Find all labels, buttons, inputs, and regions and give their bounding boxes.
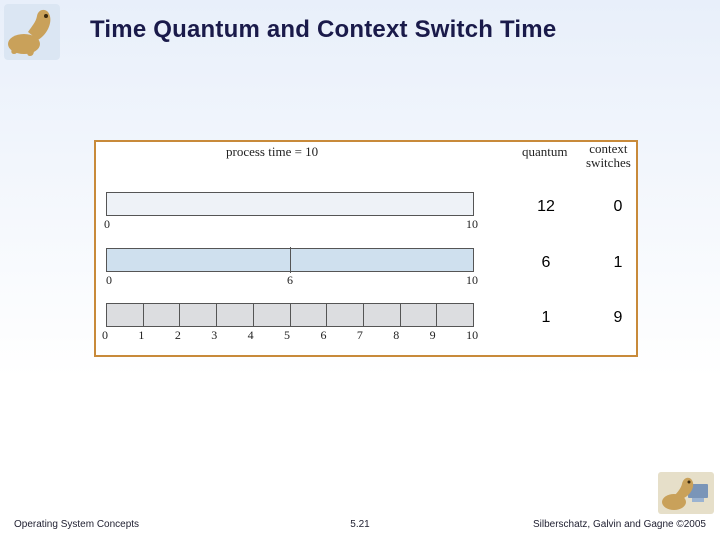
quantum-value: 6 (526, 254, 566, 272)
tick-label: 3 (211, 328, 247, 343)
footer-page-number: 5.21 (350, 519, 369, 530)
dinosaur-computer-icon (658, 472, 714, 514)
process-time-label: process time = 10 (226, 144, 318, 160)
tick-labels: 0 1 2 3 4 5 6 7 8 9 10 (102, 328, 478, 343)
diagram-row: 0 10 12 0 (106, 192, 626, 234)
quantum-value: 1 (526, 309, 566, 327)
context-switch-value: 9 (598, 309, 638, 327)
bar-area: 0 1 2 3 4 5 6 7 8 9 10 (106, 303, 474, 345)
tick-label: 1 (138, 328, 174, 343)
tick-label: 5 (284, 328, 320, 343)
tick-label: 0 (104, 217, 110, 232)
process-bar-q6 (106, 248, 474, 272)
tick-labels: 0 6 10 (106, 273, 474, 287)
logo-bottom-right (658, 472, 714, 514)
diagram-row: 0 6 10 6 1 (106, 248, 626, 289)
tick-label: 10 (466, 328, 478, 343)
tick-label: 9 (430, 328, 466, 343)
bar-area: 0 6 10 (106, 248, 474, 289)
tick-label: 7 (357, 328, 393, 343)
quantum-value: 12 (526, 198, 566, 216)
quantum-header: quantum (522, 144, 568, 160)
tick-label: 6 (320, 328, 356, 343)
process-bar-q1 (106, 303, 474, 327)
slide-title: Time Quantum and Context Switch Time (90, 16, 700, 44)
tick-label: 10 (466, 217, 478, 232)
footer-copyright: Silberschatz, Galvin and Gagne ©2005 (533, 519, 706, 530)
tick-labels: 0 10 (106, 217, 474, 232)
tick-label: 2 (175, 328, 211, 343)
diagram-frame: process time = 10 quantum context switch… (94, 140, 638, 357)
diagram-row: 0 1 2 3 4 5 6 7 8 9 10 1 9 (106, 303, 626, 345)
tick-label: 6 (287, 273, 293, 288)
process-bar-q12 (106, 192, 474, 216)
context-switch-value: 1 (598, 254, 638, 272)
context-switch-header-line2: switches (586, 155, 631, 170)
bar-divider-icon (290, 247, 291, 273)
context-switch-header: context switches (586, 142, 631, 169)
logo-top-left (4, 4, 60, 60)
slide-footer: Operating System Concepts 5.21 Silbersch… (0, 510, 720, 530)
footer-left-text: Operating System Concepts (14, 519, 139, 530)
tick-label: 0 (106, 273, 112, 287)
tick-label: 0 (102, 328, 138, 343)
context-switch-value: 0 (598, 198, 638, 216)
tick-label: 10 (466, 273, 478, 288)
diagram-header-row: process time = 10 quantum context switch… (106, 148, 626, 170)
tick-label: 4 (248, 328, 284, 343)
tick-label: 8 (393, 328, 429, 343)
dinosaur-icon (4, 4, 60, 60)
bar-area: 0 10 (106, 192, 474, 234)
